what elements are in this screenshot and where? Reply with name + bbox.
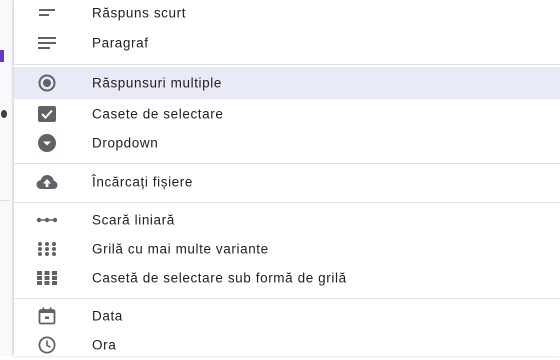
background-accent-mark — [0, 50, 4, 62]
menu-item-label: Data — [92, 308, 123, 324]
menu-item-file-upload[interactable]: Încărcați fișiere — [14, 167, 560, 197]
menu-item-dropdown[interactable]: Dropdown — [14, 128, 560, 158]
menu-item-label: Scară liniară — [92, 212, 175, 228]
menu-item-checkbox-grid[interactable]: Casetă de selectare sub formă de grilă — [14, 263, 560, 293]
clock-icon — [36, 336, 58, 354]
checkbox-grid-icon — [36, 269, 58, 287]
menu-item-multiple-choice[interactable]: Răspunsuri multiple — [14, 67, 560, 99]
menu-item-label: Încărcați fișiere — [92, 174, 193, 190]
background-dot — [1, 110, 7, 118]
menu-item-label: Paragraf — [92, 35, 149, 51]
background-divider — [0, 200, 10, 201]
background-page-edge — [0, 0, 14, 356]
paragraph-icon — [36, 34, 58, 52]
short-answer-icon — [36, 4, 58, 22]
menu-item-paragraph[interactable]: Paragraf — [14, 28, 560, 58]
calendar-icon — [36, 307, 58, 325]
menu-divider — [14, 202, 560, 203]
menu-item-label: Grilă cu mai multe variante — [92, 241, 269, 257]
menu-divider — [14, 298, 560, 299]
menu-item-label: Casetă de selectare sub formă de grilă — [92, 270, 347, 286]
menu-item-label: Răspunsuri multiple — [92, 75, 222, 91]
menu-item-multiple-choice-grid[interactable]: Grilă cu mai multe variante — [14, 234, 560, 264]
menu-divider — [14, 64, 560, 65]
multiple-choice-grid-icon — [36, 240, 58, 258]
linear-scale-icon — [36, 211, 58, 229]
cloud-upload-icon — [36, 173, 58, 191]
radio-button-icon — [36, 74, 58, 92]
menu-item-short-answer[interactable]: Răspuns scurt — [14, 0, 560, 28]
menu-item-checkboxes[interactable]: Casete de selectare — [14, 99, 560, 129]
menu-item-linear-scale[interactable]: Scară liniară — [14, 205, 560, 235]
menu-divider — [14, 163, 560, 164]
menu-item-label: Dropdown — [92, 135, 159, 151]
question-type-menu: Răspuns scurt Paragraf Răspunsuri multip… — [14, 0, 560, 356]
menu-item-label: Răspuns scurt — [92, 5, 187, 21]
menu-item-label: Ora — [92, 337, 117, 353]
dropdown-icon — [36, 134, 58, 152]
menu-item-date[interactable]: Data — [14, 301, 560, 331]
checkbox-icon — [36, 105, 58, 123]
menu-item-label: Casete de selectare — [92, 106, 224, 122]
